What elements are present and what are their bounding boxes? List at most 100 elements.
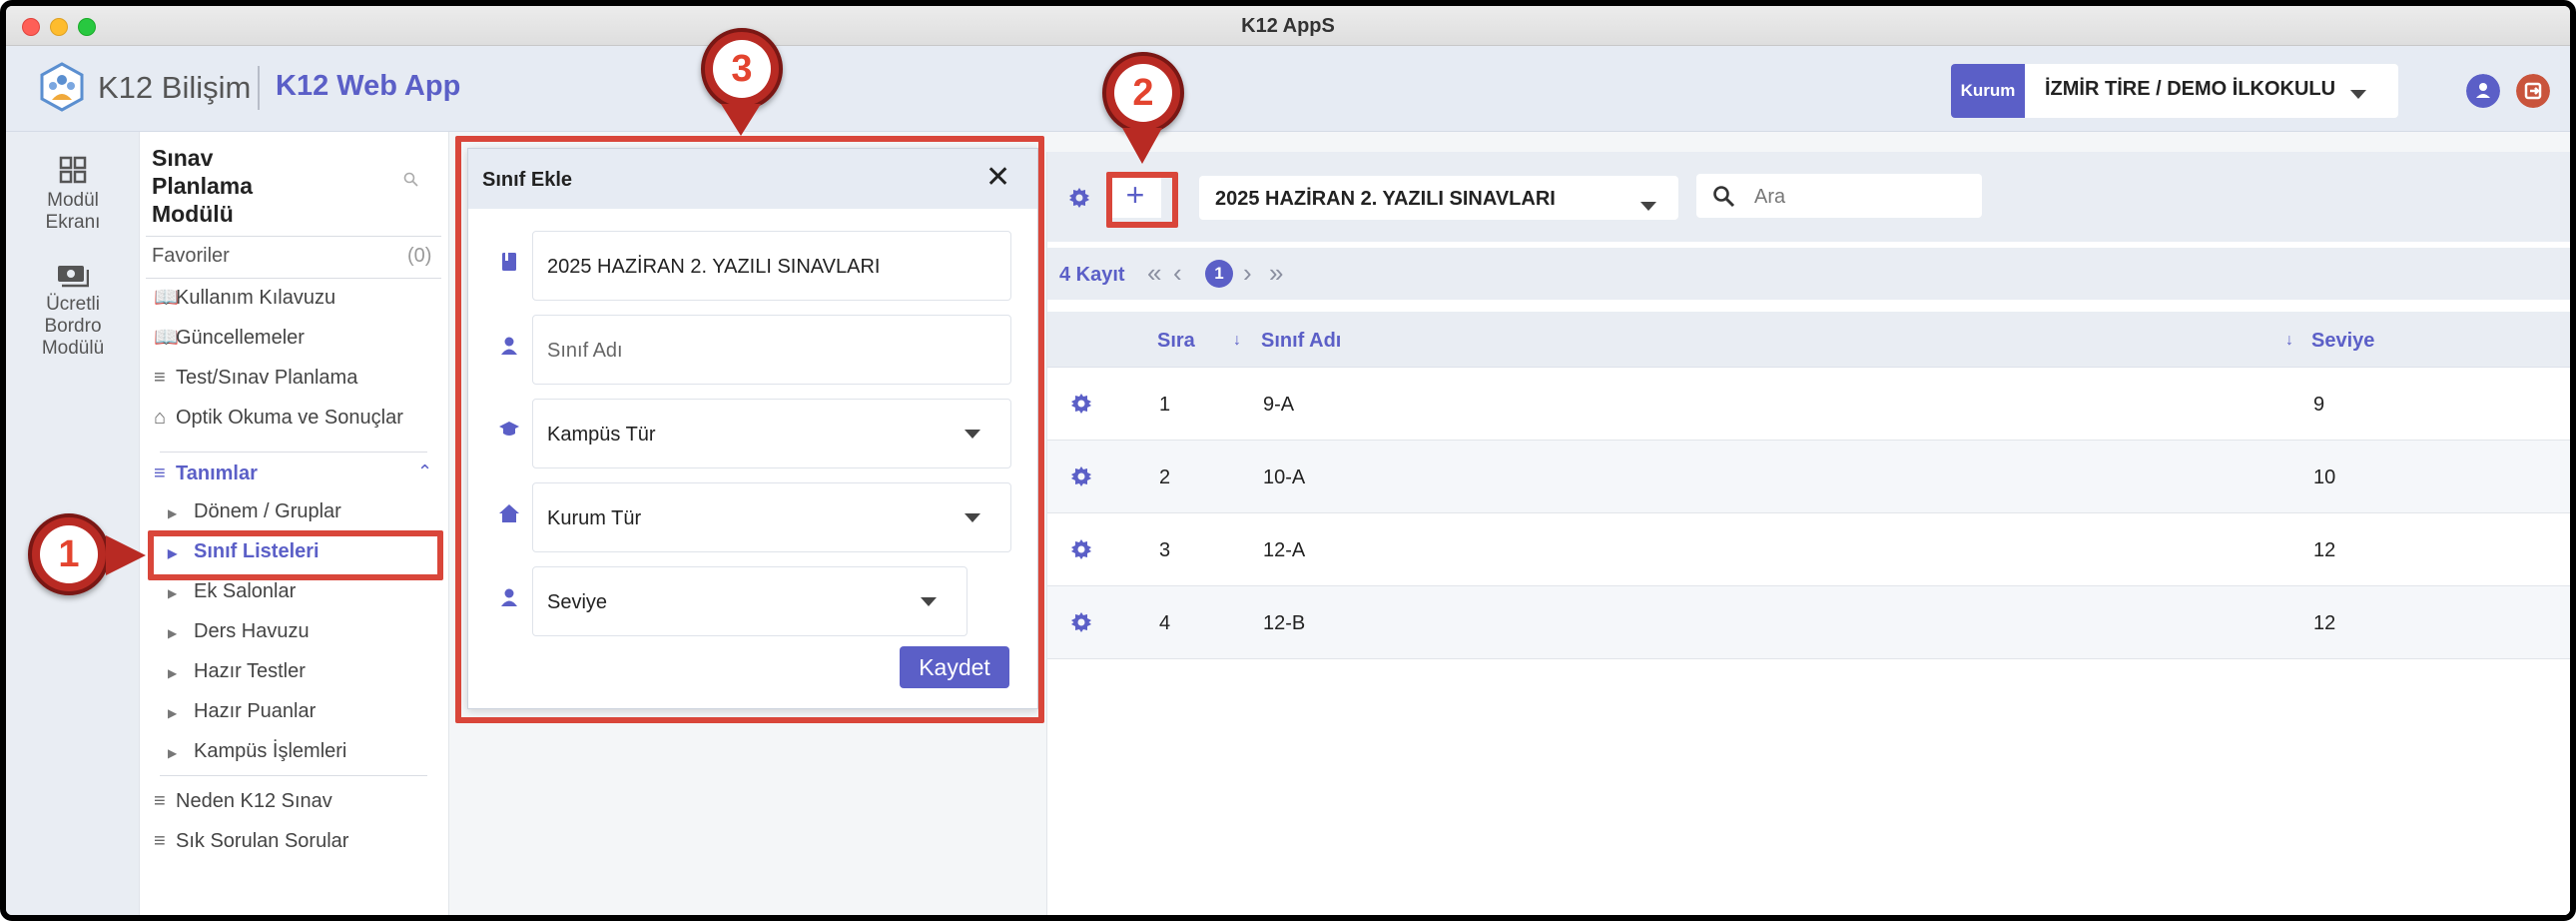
callout-2: 2 <box>1102 52 1184 134</box>
sort-arrow-icon[interactable]: ↓ <box>2285 332 2293 350</box>
menu-item-hazir-testler[interactable]: ▶ Hazır Testler <box>168 657 306 685</box>
cell-order: 4 <box>1159 612 1171 634</box>
menu-item-ek-salonlar[interactable]: ▶ Ek Salonlar <box>168 577 296 605</box>
app-name: K12 Web App <box>276 70 461 102</box>
title-bar: K12 AppS <box>6 6 2570 46</box>
list-toolbar: + 2025 HAZİRAN 2. YAZILI SINAVLARI Ara <box>1047 152 2570 242</box>
favorites-count: (0) <box>407 245 432 267</box>
book-icon: 📖 <box>154 287 179 309</box>
column-header-level[interactable]: Seviye <box>2311 330 2374 353</box>
list-icon: ≡ <box>154 367 166 389</box>
column-header-name[interactable]: Sınıf Adı <box>1261 330 1341 353</box>
logout-icon[interactable] <box>2516 74 2550 108</box>
module-title-line: Modülü <box>152 201 234 227</box>
first-page-button[interactable]: « <box>1147 258 1161 289</box>
menu-section-tanimlar[interactable]: ≡ Tanımlar <box>154 460 258 487</box>
menu-item-label: Hazır Testler <box>194 660 306 682</box>
menu-item-hazir-puanlar[interactable]: ▶ Hazır Puanlar <box>168 697 316 725</box>
menu-item-guncellemeler[interactable]: 📖Güncellemeler <box>154 324 305 352</box>
highlight-add-button <box>1106 172 1178 228</box>
caret-right-icon: ▶ <box>168 626 178 640</box>
sort-arrow-icon[interactable]: ↓ <box>1233 332 1241 350</box>
rail-item-modul-ekrani[interactable]: Modül Ekranı <box>6 156 140 234</box>
exam-select[interactable]: 2025 HAZİRAN 2. YAZILI SINAVLARI <box>1199 176 1678 220</box>
rail-label: Modülü <box>41 338 105 359</box>
menu-item-label: Test/Sınav Planlama <box>176 367 358 389</box>
caret-right-icon: ▶ <box>168 746 178 760</box>
k12-logo-icon <box>40 62 84 112</box>
gear-icon[interactable] <box>1069 610 1093 634</box>
search-input[interactable]: Ara <box>1696 174 1982 218</box>
record-count: 4 Kayıt <box>1059 264 1125 286</box>
callout-pointer <box>721 104 761 136</box>
table-row[interactable]: 4 12-B 12 <box>1047 586 2570 659</box>
list-icon: ≡ <box>154 830 166 852</box>
menu-search-icon[interactable] <box>403 172 419 188</box>
grid-icon <box>59 156 87 184</box>
callout-1: 1 <box>28 513 110 595</box>
chevron-down-icon <box>2350 90 2366 99</box>
kurum-select[interactable]: Kurum İZMİR TİRE / DEMO İLKOKULU <box>1951 64 2398 118</box>
column-header-order[interactable]: Sıra <box>1157 330 1195 353</box>
cell-name: 12-B <box>1263 612 1306 634</box>
last-page-button[interactable]: » <box>1269 258 1283 289</box>
rail-label: Ücretli <box>46 294 100 315</box>
caret-right-icon: ▶ <box>168 706 178 720</box>
cell-order: 2 <box>1159 466 1171 488</box>
menu-item-label: Sık Sorulan Sorular <box>176 830 349 852</box>
rail-item-ucretli-bordro[interactable]: Ücretli Bordro Modülü <box>6 262 140 360</box>
table-header: Sıra ↓ Sınıf Adı ↓ Seviye <box>1047 312 2570 368</box>
caret-right-icon: ▶ <box>168 666 178 680</box>
divider <box>160 452 427 453</box>
menu-item-donem-gruplar[interactable]: ▶ Dönem / Gruplar <box>168 497 341 525</box>
cell-order: 3 <box>1159 539 1171 561</box>
menu-item-label: Güncellemeler <box>176 327 305 349</box>
cell-name: 12-A <box>1263 539 1306 561</box>
menu-item-label: Hazır Puanlar <box>194 700 317 722</box>
menu-item-kampus-islemleri[interactable]: ▶ Kampüs İşlemleri <box>168 737 346 765</box>
module-title-line: Planlama <box>152 173 253 199</box>
class-list-panel: + 2025 HAZİRAN 2. YAZILI SINAVLARI Ara 4… <box>1046 152 2570 915</box>
gear-icon[interactable] <box>1069 392 1093 416</box>
chevron-up-icon[interactable]: ⌃ <box>417 461 432 482</box>
gear-icon[interactable] <box>1069 537 1093 561</box>
menu-item-neden-k12-sinav[interactable]: ≡ Neden K12 Sınav <box>154 787 332 815</box>
gear-icon[interactable] <box>1069 464 1093 488</box>
current-page[interactable]: 1 <box>1205 260 1233 288</box>
scanner-icon: ⌂ <box>154 407 167 429</box>
menu-item-sik-sorulan-sorular[interactable]: ≡ Sık Sorulan Sorular <box>154 827 348 855</box>
app-window: K12 AppS K12 Bilişim K12 Web App Kurum İ… <box>0 0 2576 921</box>
search-icon <box>1713 186 1735 208</box>
callout-3: 3 <box>701 28 783 110</box>
menu-item-label: Ders Havuzu <box>194 620 310 642</box>
cell-level: 10 <box>2313 466 2336 488</box>
caret-right-icon: ▶ <box>168 506 178 520</box>
table-row[interactable]: 1 9-A 9 <box>1047 368 2570 441</box>
next-page-button[interactable]: › <box>1243 258 1252 289</box>
module-title-line: Sınav <box>152 145 214 171</box>
menu-item-label: Kampüs İşlemleri <box>194 740 347 762</box>
highlight-dialog <box>455 136 1044 723</box>
menu-item-test-sinav-planlama[interactable]: ≡ Test/Sınav Planlama <box>154 364 357 392</box>
table-row[interactable]: 2 10-A 10 <box>1047 441 2570 513</box>
cell-order: 1 <box>1159 394 1171 416</box>
menu-item-optik-okuma[interactable]: ⌂ Optik Okuma ve Sonuçlar <box>154 404 403 432</box>
user-profile-icon[interactable] <box>2466 74 2500 108</box>
menu-item-ders-havuzu[interactable]: ▶ Ders Havuzu <box>168 617 310 645</box>
table-row[interactable]: 3 12-A 12 <box>1047 513 2570 586</box>
favorites-label[interactable]: Favoriler <box>152 242 230 270</box>
module-title: Sınav Planlama Modülü <box>152 144 351 228</box>
app-header: K12 Bilişim K12 Web App Kurum İZMİR TİRE… <box>6 46 2570 132</box>
brand-divider <box>258 66 260 110</box>
pager: 4 Kayıt « ‹ 1 › » <box>1047 248 2570 300</box>
menu-item-kullanim-kilavuzu[interactable]: 📖Kullanım Kılavuzu <box>154 284 335 312</box>
search-placeholder: Ara <box>1754 186 1786 208</box>
chevron-down-icon <box>1640 202 1656 211</box>
list-add-icon: ≡ <box>154 462 166 484</box>
cell-level: 12 <box>2313 539 2336 561</box>
gear-icon[interactable] <box>1067 186 1091 210</box>
caret-right-icon: ▶ <box>168 586 178 600</box>
cell-level: 9 <box>2313 394 2325 416</box>
cell-level: 12 <box>2313 612 2336 634</box>
prev-page-button[interactable]: ‹ <box>1173 258 1182 289</box>
